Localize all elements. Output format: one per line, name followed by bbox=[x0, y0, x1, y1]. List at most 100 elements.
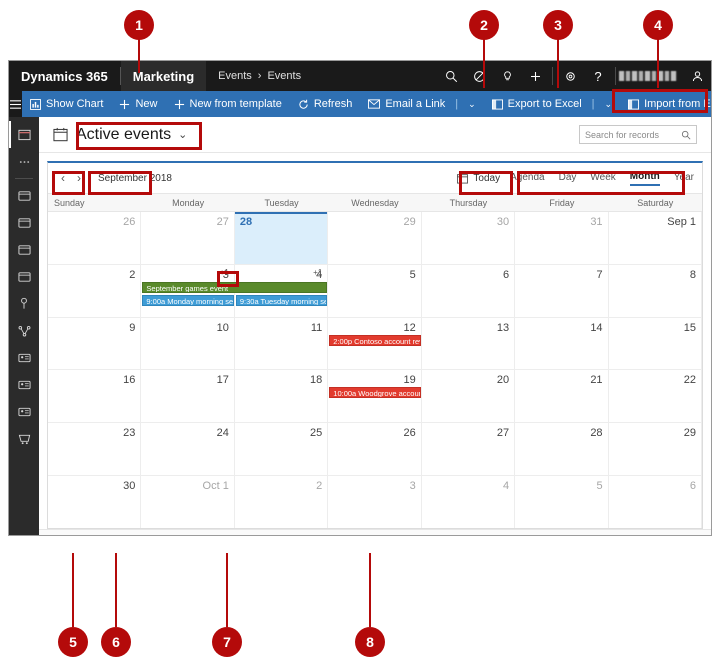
calendar-day-cell[interactable]: 2 bbox=[235, 476, 329, 528]
calendar-day-cell[interactable]: 6 bbox=[422, 264, 516, 317]
event-overflow-indicator[interactable]: +1 bbox=[220, 268, 229, 277]
calendar-day-cell[interactable]: 29 bbox=[328, 212, 422, 264]
email-a-link-caret[interactable]: ⌄ bbox=[460, 91, 484, 117]
calendar-day-cell[interactable]: 31 bbox=[515, 212, 609, 264]
callout-badge-3: 3 bbox=[543, 10, 573, 88]
next-month-button[interactable]: › bbox=[72, 169, 86, 187]
email-a-link-button[interactable]: Email a Link bbox=[360, 91, 453, 117]
calendar-day-cell[interactable]: 14 bbox=[515, 317, 609, 370]
view-selector-bar: Active events ⌄ Search for records bbox=[39, 117, 711, 153]
calendar-day-cell[interactable]: 11 bbox=[235, 317, 329, 370]
export-to-excel-caret[interactable]: ⌄ bbox=[597, 91, 621, 117]
calendar-day-cell[interactable]: 15 bbox=[609, 317, 702, 370]
calendar-day-cell[interactable]: 27 bbox=[141, 212, 235, 264]
calendar-day-cell[interactable]: 24 bbox=[141, 423, 235, 476]
calendar-day-cell[interactable]: 30 bbox=[48, 476, 142, 528]
search-icon[interactable] bbox=[437, 61, 465, 91]
calendar-day-cell[interactable]: 16 bbox=[48, 370, 142, 423]
calendar-day-cell[interactable]: 10 bbox=[141, 317, 235, 370]
calendar-day-cell[interactable]: 21 bbox=[515, 370, 609, 423]
calendar-day-cell[interactable]: 9 bbox=[48, 317, 142, 370]
calendar-day-cell[interactable]: 8 bbox=[609, 264, 702, 317]
calendar-day-cell[interactable]: 26 bbox=[328, 423, 422, 476]
day-number: 16 bbox=[123, 374, 136, 387]
tab-week[interactable]: Week bbox=[590, 172, 615, 185]
calendar-day-cell[interactable]: 29 bbox=[609, 423, 702, 476]
brand-logo[interactable]: Dynamics 365 bbox=[9, 61, 120, 91]
new-button[interactable]: New bbox=[111, 91, 165, 117]
sidebar-item-cart[interactable] bbox=[9, 425, 39, 452]
calendar-day-cell[interactable]: 27 bbox=[422, 423, 516, 476]
prev-month-button[interactable]: ‹ bbox=[56, 169, 70, 187]
sidebar-item-contact-1[interactable] bbox=[9, 344, 39, 371]
sidebar-item-contact-3[interactable] bbox=[9, 398, 39, 425]
show-chart-button[interactable]: Show Chart bbox=[22, 91, 111, 117]
calendar-day-cell[interactable]: 28 bbox=[234, 212, 329, 264]
calendar-day-cell[interactable]: 22 bbox=[609, 370, 702, 423]
calendar-event[interactable]: 2:00p Contoso account revi... bbox=[329, 334, 421, 346]
tab-agenda[interactable]: Agenda bbox=[510, 172, 544, 185]
calendar-day-cell[interactable]: 25 bbox=[235, 423, 329, 476]
calendar-event[interactable]: September games event bbox=[142, 281, 328, 293]
tab-year[interactable]: Year bbox=[674, 172, 694, 185]
today-button[interactable]: Today bbox=[457, 173, 500, 184]
import-from-excel-button[interactable]: Import from Excel bbox=[620, 91, 711, 117]
sidebar-item-card-1[interactable] bbox=[9, 182, 39, 209]
day-number: 26 bbox=[123, 216, 136, 228]
sidebar-item-pin[interactable] bbox=[9, 290, 39, 317]
calendar-day-cell[interactable]: 17 bbox=[141, 370, 235, 423]
calendar-day-cell[interactable]: Oct 1 bbox=[141, 476, 235, 528]
tab-month[interactable]: Month bbox=[629, 171, 660, 186]
calendar-event[interactable]: 10:00a Woodgrove account ... bbox=[329, 387, 421, 399]
calendar-day-cell[interactable]: 18 bbox=[235, 370, 329, 423]
calendar-event[interactable]: 9:30a Tuesday morning sess... bbox=[235, 294, 328, 306]
calendar-day-cell[interactable]: 20 bbox=[422, 370, 516, 423]
calendar-event[interactable]: 9:00a Monday morning sess... bbox=[142, 294, 234, 306]
callout-badge-8: 8 bbox=[355, 553, 385, 657]
sidebar-item-card-3[interactable] bbox=[9, 236, 39, 263]
sidebar-item-more[interactable] bbox=[9, 148, 39, 175]
excel-icon bbox=[628, 98, 640, 110]
new-label: New bbox=[135, 98, 158, 110]
refresh-button[interactable]: Refresh bbox=[290, 91, 361, 117]
sidebar-item-card-2[interactable] bbox=[9, 209, 39, 236]
help-icon[interactable]: ? bbox=[584, 61, 612, 91]
calendar-day-cell[interactable]: 30 bbox=[422, 212, 516, 264]
plus-icon bbox=[174, 99, 185, 110]
day-number: 8 bbox=[689, 268, 696, 281]
callout-stem bbox=[72, 553, 74, 627]
breadcrumb-current[interactable]: Events bbox=[267, 70, 301, 82]
person-icon[interactable] bbox=[683, 61, 711, 91]
callout-badge-6: 6 bbox=[101, 553, 131, 657]
new-from-template-button[interactable]: New from template bbox=[166, 91, 290, 117]
calendar-week-row: 26 27 28 29 30 31 Sep 1 bbox=[48, 212, 702, 265]
callout-badge-2: 2 bbox=[469, 10, 499, 88]
calendar-day-cell[interactable]: 5 bbox=[328, 264, 422, 317]
sidebar-item-recent[interactable] bbox=[9, 121, 39, 148]
day-header-saturday: Saturday bbox=[637, 198, 674, 208]
hamburger-menu-icon[interactable] bbox=[9, 91, 22, 117]
calendar-day-cell[interactable]: 13 bbox=[422, 317, 516, 370]
view-selector[interactable]: Active events ⌄ bbox=[76, 126, 187, 144]
event-overflow-indicator[interactable]: +1 bbox=[313, 268, 322, 277]
calendar-day-cell[interactable]: 3 bbox=[328, 476, 422, 528]
calendar-day-cell[interactable]: Sep 1 bbox=[609, 212, 702, 264]
calendar-day-cell[interactable]: 2 bbox=[48, 264, 142, 317]
export-to-excel-button[interactable]: Export to Excel bbox=[484, 91, 590, 117]
callout-stem bbox=[557, 39, 559, 88]
calendar-day-cell[interactable]: 6 bbox=[609, 476, 702, 528]
sidebar-item-share[interactable] bbox=[9, 317, 39, 344]
calendar-day-cell[interactable]: 26 bbox=[48, 212, 142, 264]
email-a-link-label: Email a Link bbox=[385, 98, 446, 110]
tab-day[interactable]: Day bbox=[559, 172, 577, 185]
breadcrumb-parent[interactable]: Events bbox=[218, 70, 252, 82]
callout-stem bbox=[657, 39, 659, 88]
sidebar-item-card-4[interactable] bbox=[9, 263, 39, 290]
search-input[interactable]: Search for records bbox=[579, 125, 697, 144]
calendar-day-cell[interactable]: 4 bbox=[422, 476, 516, 528]
calendar-day-cell[interactable]: 7 bbox=[515, 264, 609, 317]
calendar-day-cell[interactable]: 28 bbox=[515, 423, 609, 476]
sidebar-item-contact-2[interactable] bbox=[9, 371, 39, 398]
calendar-day-cell[interactable]: 5 bbox=[515, 476, 609, 528]
calendar-day-cell[interactable]: 23 bbox=[48, 423, 142, 476]
